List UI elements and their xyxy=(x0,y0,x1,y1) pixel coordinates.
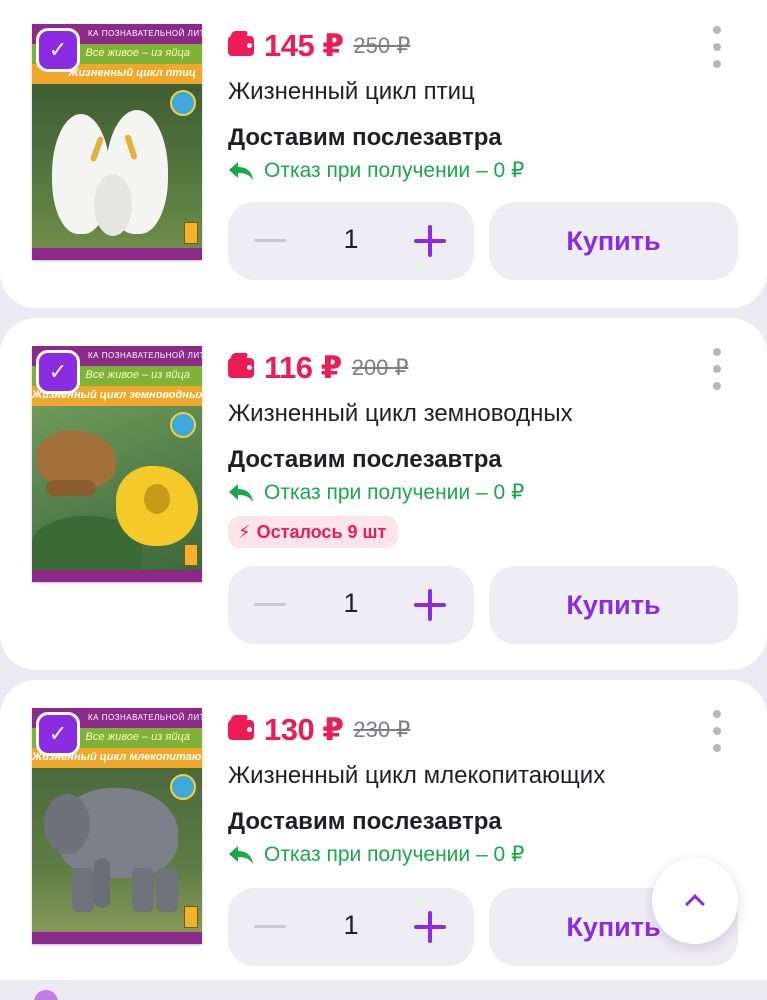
delivery-info: Доставим послезавтра xyxy=(228,124,502,151)
publisher-logo xyxy=(184,544,198,566)
delivery-info: Доставим послезавтра xyxy=(228,808,502,835)
old-price: 200 ₽ xyxy=(351,355,409,380)
lightning-icon: ⚡ xyxy=(238,521,251,542)
publisher-logo xyxy=(184,222,198,244)
return-arrow-icon xyxy=(229,161,253,180)
return-policy-text: Отказ при получении – 0 ₽ xyxy=(264,843,525,866)
stock-badge: ⚡ Осталось 9 шт xyxy=(228,516,399,548)
product-title[interactable]: Жизненный цикл земноводных xyxy=(228,400,573,428)
return-policy: Отказ при получении – 0 ₽ xyxy=(228,480,524,505)
select-checkbox[interactable]: ✓ xyxy=(36,712,80,756)
return-policy: Отказ при получении – 0 ₽ xyxy=(228,158,524,183)
buy-button[interactable]: Купить xyxy=(489,566,738,644)
current-price: 130 ₽ xyxy=(264,712,344,747)
return-arrow-icon xyxy=(229,483,253,502)
delivery-info: Доставим послезавтра xyxy=(228,446,502,473)
return-policy-text: Отказ при получении – 0 ₽ xyxy=(264,481,525,504)
increase-quantity-button[interactable] xyxy=(414,589,446,621)
buy-button[interactable]: Купить xyxy=(489,202,738,280)
publisher-logo xyxy=(184,906,198,928)
select-checkbox[interactable]: ✓ xyxy=(36,28,80,72)
age-badge-icon xyxy=(170,774,196,800)
checkmark-icon: ✓ xyxy=(48,37,68,62)
more-vertical-icon[interactable] xyxy=(709,348,725,390)
age-badge-icon xyxy=(170,412,196,438)
old-price: 250 ₽ xyxy=(353,33,411,58)
wallet-icon xyxy=(228,36,254,56)
cart-screen: ка познавательной литературы Все живое –… xyxy=(0,0,767,1000)
wallet-icon xyxy=(228,720,254,740)
select-checkbox[interactable]: ✓ xyxy=(36,350,80,394)
cart-item-card: ка познавательной литературы Все живое –… xyxy=(0,0,767,308)
more-vertical-icon[interactable] xyxy=(709,710,725,752)
more-vertical-icon[interactable] xyxy=(709,26,725,68)
return-arrow-icon xyxy=(229,845,253,864)
cart-item-card: ка познавательной литературы Все живое –… xyxy=(0,318,767,670)
price-row: 116 ₽ 200 ₽ xyxy=(228,350,409,386)
return-policy-text: Отказ при получении – 0 ₽ xyxy=(264,159,525,182)
quantity-stepper: 1 xyxy=(228,566,474,644)
product-title[interactable]: Жизненный цикл млекопитающих xyxy=(228,762,605,790)
current-price: 116 ₽ xyxy=(264,350,342,385)
cart-item-card: ка познавательной литературы Все живое –… xyxy=(0,680,767,980)
checkmark-icon: ✓ xyxy=(48,721,68,746)
product-title[interactable]: Жизненный цикл птиц xyxy=(228,78,475,106)
quantity-stepper: 1 xyxy=(228,202,474,280)
stock-text: Осталось 9 шт xyxy=(256,521,387,542)
increase-quantity-button[interactable] xyxy=(414,225,446,257)
next-item-checkbox-peek xyxy=(34,990,58,1000)
price-row: 130 ₽ 230 ₽ xyxy=(228,712,410,748)
wallet-icon xyxy=(228,358,254,378)
old-price: 230 ₽ xyxy=(353,717,411,742)
scroll-to-top-button[interactable] xyxy=(652,858,738,944)
age-badge-icon xyxy=(170,90,196,116)
price-row: 145 ₽ 250 ₽ xyxy=(228,28,410,64)
current-price: 145 ₽ xyxy=(264,28,344,63)
chevron-up-icon xyxy=(685,894,705,914)
quantity-stepper: 1 xyxy=(228,888,474,966)
return-policy: Отказ при получении – 0 ₽ xyxy=(228,842,524,867)
increase-quantity-button[interactable] xyxy=(414,911,446,943)
checkmark-icon: ✓ xyxy=(48,359,68,384)
